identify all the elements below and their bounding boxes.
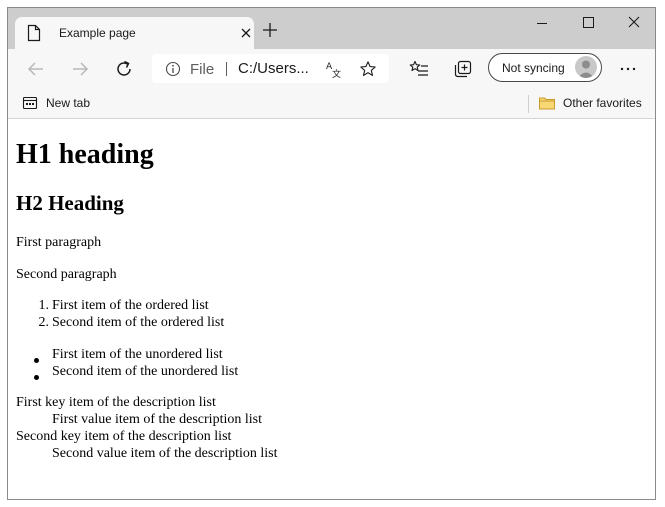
browser-window: Example page File C:/Users... A 文 Not sy… xyxy=(7,7,656,500)
ordered-list-number: 1. xyxy=(38,298,50,313)
favorites-list-icon[interactable] xyxy=(409,58,431,80)
favorite-new-tab[interactable]: New tab xyxy=(22,93,102,113)
new-tab-icon[interactable] xyxy=(261,21,279,39)
address-divider xyxy=(226,62,227,76)
other-favorites-label: Other favorites xyxy=(563,96,642,110)
paragraph: First paragraph xyxy=(16,235,102,250)
minimize-icon[interactable] xyxy=(531,14,553,32)
favorite-star-icon[interactable] xyxy=(359,60,377,78)
unordered-list-item: Second item of the unordered list xyxy=(52,364,239,379)
page-icon xyxy=(26,24,42,42)
description-term: Second key item of the description list xyxy=(16,429,232,444)
bullet-icon xyxy=(34,358,39,363)
description-value: First value item of the description list xyxy=(52,412,262,427)
title-bar: Example page xyxy=(8,8,655,49)
back-arrow-icon[interactable] xyxy=(25,58,47,80)
collections-icon[interactable] xyxy=(452,58,474,80)
ordered-list-item: First item of the ordered list xyxy=(52,298,209,313)
svg-text:文: 文 xyxy=(332,68,341,78)
maximize-icon[interactable] xyxy=(577,14,599,32)
toolbar: File C:/Users... A文 Not syncing xyxy=(8,49,655,89)
sync-label: Not syncing xyxy=(502,61,565,75)
h2-heading: H2 Heading xyxy=(16,191,124,215)
h1-heading: H1 heading xyxy=(16,139,154,170)
ordered-list-item: Second item of the ordered list xyxy=(52,315,225,330)
description-term: First key item of the description list xyxy=(16,395,216,410)
sync-status-button[interactable]: Not syncing xyxy=(488,53,602,82)
address-bar[interactable]: File C:/Users... A文 xyxy=(152,54,389,83)
folder-icon xyxy=(538,95,556,116)
bullet-icon xyxy=(34,375,39,380)
forward-arrow-icon[interactable] xyxy=(69,58,91,80)
unordered-list-item: First item of the unordered list xyxy=(52,347,223,362)
profile-avatar-icon xyxy=(575,56,597,78)
new-tab-label: New tab xyxy=(46,96,91,110)
url-text[interactable]: C:/Users... xyxy=(238,60,309,77)
new-tab-page-icon xyxy=(22,95,38,116)
more-options-icon[interactable] xyxy=(617,58,639,80)
favorites-bar: New tab Other favorites xyxy=(8,89,655,119)
info-icon[interactable] xyxy=(165,61,181,77)
favorites-divider xyxy=(528,95,529,113)
tab-title: Example page xyxy=(59,26,136,40)
paragraph: Second paragraph xyxy=(16,267,117,282)
page-content: H1 heading H2 Heading First paragraph Se… xyxy=(8,119,655,499)
close-window-icon[interactable] xyxy=(623,14,645,32)
tab-example-page[interactable]: Example page xyxy=(15,17,254,49)
ordered-list-number: 2. xyxy=(38,315,50,330)
close-tab-icon[interactable] xyxy=(237,24,255,42)
translate-icon[interactable]: A文 xyxy=(325,60,343,80)
description-value: Second value item of the description lis… xyxy=(52,446,278,461)
file-scheme-label: File xyxy=(190,61,215,78)
refresh-icon[interactable] xyxy=(113,58,135,80)
favorite-other-favorites[interactable]: Other favorites xyxy=(538,93,648,113)
